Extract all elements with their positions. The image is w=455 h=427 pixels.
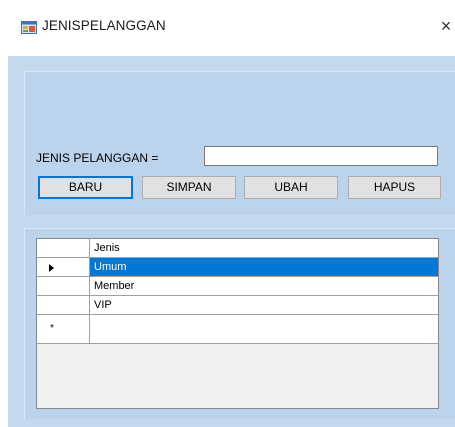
baru-button[interactable]: BARU xyxy=(38,176,133,199)
grid-cell-jenis[interactable]: Member xyxy=(90,277,438,296)
row-header-cell[interactable] xyxy=(37,277,90,296)
form-icon xyxy=(21,21,37,34)
ubah-button[interactable]: UBAH xyxy=(244,176,338,199)
row-header-cell[interactable]: * xyxy=(37,315,90,344)
row-header-cell[interactable] xyxy=(37,258,90,277)
jenis-pelanggan-label: JENIS PELANGGAN = xyxy=(36,151,159,165)
new-row[interactable]: * xyxy=(37,315,438,344)
grid-cell-jenis[interactable]: VIP xyxy=(90,296,438,315)
grid-cell-jenis[interactable]: Umum xyxy=(90,258,438,277)
table-row[interactable]: VIP xyxy=(37,296,438,315)
table-row[interactable]: Umum xyxy=(37,258,438,277)
jenis-pelanggan-input[interactable] xyxy=(204,146,438,166)
grid-cell-new[interactable] xyxy=(90,315,438,344)
new-row-star-icon: * xyxy=(50,323,54,334)
title-bar[interactable]: JENISPELANGGAN × xyxy=(0,0,455,56)
current-row-arrow-icon xyxy=(49,264,54,272)
row-header-cell[interactable] xyxy=(37,296,90,315)
simpan-button[interactable]: SIMPAN xyxy=(142,176,236,199)
column-header-jenis[interactable]: Jenis xyxy=(90,239,438,258)
window-title: JENISPELANGGAN xyxy=(42,18,166,33)
hapus-button[interactable]: HAPUS xyxy=(348,176,441,199)
close-icon[interactable]: × xyxy=(437,14,455,38)
grid-header-row: Jenis xyxy=(37,239,438,258)
form-window: JENISPELANGGAN × JENIS PELANGGAN = BARU … xyxy=(0,0,455,427)
grid-corner-cell[interactable] xyxy=(37,239,90,258)
jenis-data-grid[interactable]: Jenis Umum Member VIP * xyxy=(36,238,439,409)
table-row[interactable]: Member xyxy=(37,277,438,296)
